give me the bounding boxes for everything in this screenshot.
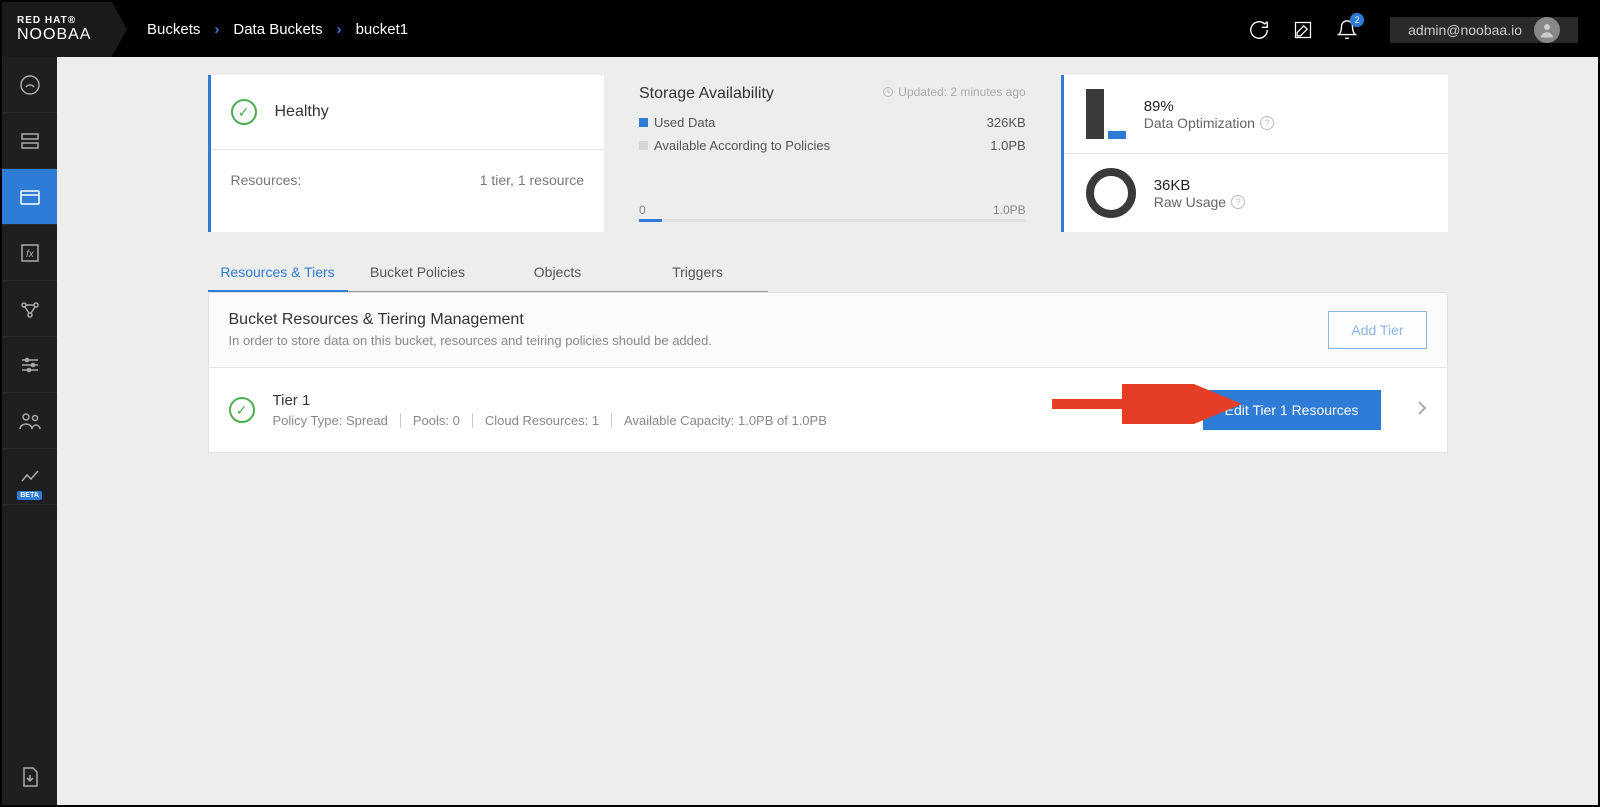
tier-pools: Pools: 0 — [400, 413, 460, 428]
legend-square-icon — [639, 118, 648, 127]
svg-text:fx: fx — [26, 249, 35, 260]
used-data-label: Used Data — [654, 115, 715, 130]
storage-title: Storage Availability — [639, 85, 774, 103]
notification-badge: 2 — [1350, 13, 1364, 27]
topbar: RED HAT® NOOBAA Buckets › Data Buckets ›… — [2, 2, 1598, 57]
optimization-percent: 89% — [1144, 98, 1274, 115]
resources-label: Resources: — [231, 172, 302, 188]
optimization-card: 89% Data Optimization ? 36KB Raw Usage ? — [1061, 75, 1448, 232]
beta-badge: BETA — [17, 491, 42, 500]
legend-square-icon — [639, 141, 648, 150]
refresh-icon[interactable] — [1248, 19, 1270, 41]
check-circle-icon: ✓ — [229, 397, 255, 423]
avatar-icon — [1534, 17, 1560, 43]
main-content: ✓ Healthy Resources: 1 tier, 1 resource … — [57, 57, 1598, 805]
check-circle-icon: ✓ — [231, 99, 257, 125]
sidebar-item-overview[interactable] — [2, 57, 57, 113]
storage-updated: Updated: 2 minutes ago — [882, 85, 1025, 99]
optimization-label: Data Optimization — [1144, 115, 1255, 131]
sidebar-item-resources[interactable] — [2, 113, 57, 169]
user-email: admin@noobaa.io — [1408, 22, 1522, 38]
help-icon[interactable]: ? — [1260, 116, 1274, 130]
sidebar-item-management[interactable] — [2, 337, 57, 393]
sidebar-item-functions[interactable]: fx — [2, 225, 57, 281]
breadcrumb: Buckets › Data Buckets › bucket1 — [147, 21, 408, 38]
topbar-right: 2 admin@noobaa.io — [1248, 17, 1598, 43]
used-data-value: 326KB — [987, 115, 1026, 130]
bar-chart-icon — [1086, 89, 1126, 139]
help-icon[interactable]: ? — [1231, 195, 1245, 209]
storage-card: Storage Availability Updated: 2 minutes … — [639, 75, 1026, 232]
tab-triggers[interactable]: Triggers — [628, 254, 768, 292]
raw-usage-label: Raw Usage — [1154, 194, 1226, 210]
tabs: Resources & Tiers Bucket Policies Object… — [208, 254, 1448, 292]
panel-title: Bucket Resources & Tiering Management — [229, 311, 712, 329]
breadcrumb-bucket1[interactable]: bucket1 — [356, 21, 409, 38]
sidebar-item-download[interactable] — [2, 749, 57, 805]
brand-top: RED HAT® — [17, 15, 97, 26]
tab-objects[interactable]: Objects — [488, 254, 628, 292]
add-tier-button[interactable]: Add Tier — [1328, 311, 1426, 349]
avail-data-label: Available According to Policies — [654, 138, 830, 153]
chevron-right-icon: › — [214, 21, 219, 38]
user-menu[interactable]: admin@noobaa.io — [1390, 17, 1578, 43]
bell-icon[interactable]: 2 — [1336, 19, 1358, 41]
tiering-panel: Bucket Resources & Tiering Management In… — [208, 292, 1448, 453]
sidebar-item-cluster[interactable] — [2, 281, 57, 337]
breadcrumb-data-buckets[interactable]: Data Buckets — [233, 21, 322, 38]
tier-cloud: Cloud Resources: 1 — [472, 413, 599, 428]
storage-bar — [639, 219, 1026, 222]
health-status: Healthy — [275, 103, 329, 121]
tab-resources-tiers[interactable]: Resources & Tiers — [208, 254, 348, 292]
tier-capacity: Available Capacity: 1.0PB of 1.0PB — [611, 413, 827, 428]
sidebar-item-buckets[interactable] — [2, 169, 57, 225]
brand-bottom: NOOBAA — [17, 26, 97, 44]
sidebar-item-analytics[interactable]: BETA — [2, 449, 57, 505]
tier-policy: Policy Type: Spread — [273, 413, 388, 428]
breadcrumb-buckets[interactable]: Buckets — [147, 21, 200, 38]
avail-data-value: 1.0PB — [990, 138, 1025, 153]
resources-value: 1 tier, 1 resource — [480, 172, 584, 188]
ring-chart-icon — [1086, 168, 1136, 218]
tier-row: ✓ Tier 1 Policy Type: Spread Pools: 0 Cl… — [209, 368, 1447, 452]
bar-min: 0 — [639, 203, 646, 217]
tab-bucket-policies[interactable]: Bucket Policies — [348, 254, 488, 292]
health-card: ✓ Healthy Resources: 1 tier, 1 resource — [208, 75, 604, 232]
sidebar-item-accounts[interactable] — [2, 393, 57, 449]
sidebar: fx BETA — [2, 57, 57, 805]
annotation-arrow-icon — [1047, 384, 1247, 424]
brand-logo[interactable]: RED HAT® NOOBAA — [2, 2, 112, 57]
chevron-right-icon: › — [337, 21, 342, 38]
panel-subtitle: In order to store data on this bucket, r… — [229, 333, 712, 348]
chevron-right-icon[interactable] — [1417, 400, 1427, 421]
edit-icon[interactable] — [1292, 19, 1314, 41]
bar-max: 1.0PB — [993, 203, 1026, 217]
raw-usage-value: 36KB — [1154, 177, 1245, 194]
